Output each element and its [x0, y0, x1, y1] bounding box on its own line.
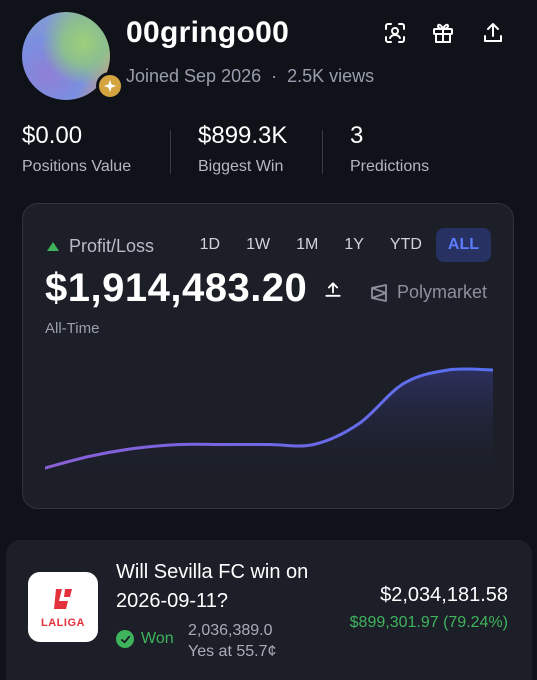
meta-separator: · [271, 66, 278, 86]
check-circle-icon [116, 630, 134, 648]
stat-value: $899.3K [198, 122, 288, 149]
profit-loss-chart [45, 367, 493, 474]
market-question[interactable]: Will Sevilla FC win on 2026-09-11? [116, 558, 316, 616]
range-1d[interactable]: 1D [188, 228, 232, 262]
stat-value: $0.00 [22, 122, 83, 149]
share-count: 2,036,389.0 [188, 622, 273, 639]
stat-label: Positions Value [22, 158, 132, 175]
polymarket-logo-icon [371, 283, 387, 302]
brand-name: Polymarket [397, 282, 488, 302]
period-label: All-Time [45, 320, 100, 337]
status-badge: Won [116, 630, 174, 648]
up-triangle-icon [47, 242, 59, 251]
polymarket-brand: Polymarket [369, 282, 487, 303]
range-1m[interactable]: 1M [284, 228, 330, 262]
laliga-mark-icon [54, 589, 72, 609]
joined-date: Joined Sep 2026 [126, 66, 262, 86]
range-selector: 1D 1W 1M 1Y YTD ALL [186, 228, 491, 262]
profit-loss-value: $1,914,483.20 [45, 266, 308, 310]
position-outcome: Yes at 55.7¢ [188, 643, 277, 660]
username: 00gringo00 [126, 16, 290, 49]
position-amount: $2,034,181.58 [380, 584, 508, 606]
range-ytd[interactable]: YTD [378, 228, 434, 262]
stats-row: $0.00 Positions Value $899.3K Biggest Wi… [0, 122, 537, 182]
gift-icon[interactable] [430, 20, 456, 46]
logo-text: LALIGA [41, 617, 85, 629]
stat-label: Biggest Win [198, 158, 284, 175]
profit-loss-title: Profit/Loss [69, 236, 155, 256]
badge-icon [96, 72, 124, 100]
share-icon[interactable] [480, 20, 506, 46]
profile-header: 00gringo00 Joined Sep 2026 · 2.5K views [0, 0, 537, 110]
profile-meta: Joined Sep 2026 · 2.5K views [126, 66, 374, 87]
stat-predictions: 3 Predictions [350, 122, 429, 176]
stat-label: Predictions [350, 158, 430, 175]
range-1y[interactable]: 1Y [332, 228, 376, 262]
profit-loss-card: Profit/Loss 1D 1W 1M 1Y YTD ALL $1,914,4… [22, 203, 514, 509]
stat-divider [322, 130, 323, 174]
range-all[interactable]: ALL [435, 228, 491, 262]
laliga-logo: LALIGA [28, 572, 98, 642]
share-icon[interactable] [323, 280, 343, 305]
stat-positions-value: $0.00 Positions Value [22, 122, 131, 176]
position-profit: $899,301.97 (79.24%) [349, 614, 508, 631]
view-count: 2.5K views [287, 66, 375, 86]
position-details: 2,036,389.0 Yes at 55.7¢ [188, 620, 276, 662]
status-text: Won [141, 630, 174, 647]
stat-biggest-win: $899.3K Biggest Win [198, 122, 287, 176]
profit-loss-label: Profit/Loss [47, 236, 154, 257]
stat-value: 3 [350, 122, 364, 149]
stat-divider [170, 130, 171, 174]
range-1w[interactable]: 1W [234, 228, 282, 262]
prediction-item[interactable]: LALIGA Will Sevilla FC win on 2026-09-11… [6, 540, 532, 680]
scan-icon[interactable] [382, 20, 408, 46]
chart-area [45, 368, 493, 474]
